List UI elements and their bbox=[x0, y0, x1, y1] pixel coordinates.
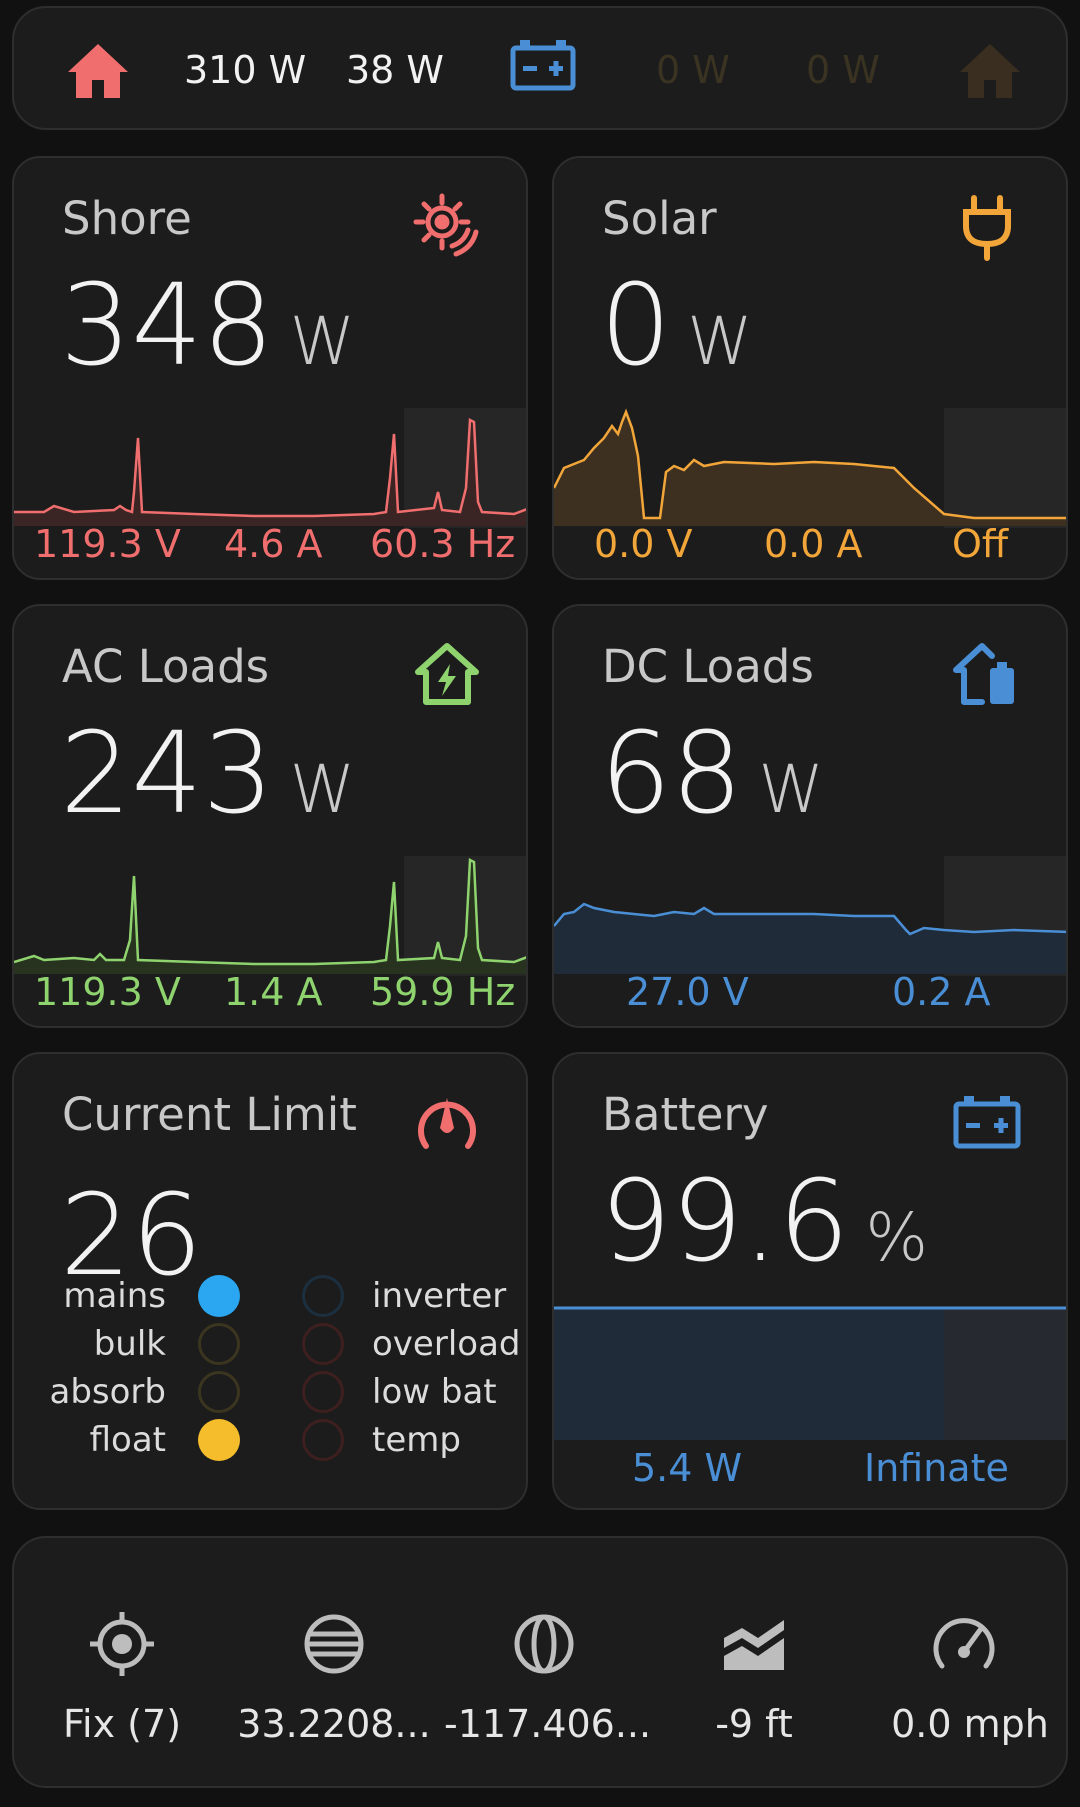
power-reading: 0W bbox=[600, 270, 753, 382]
soc-unit: % bbox=[865, 1199, 929, 1276]
power-value: 348 bbox=[60, 261, 274, 391]
power-reading: 243 W bbox=[60, 718, 355, 830]
frequency-value: 59.9 Hz bbox=[370, 970, 516, 1014]
sparkline bbox=[14, 408, 526, 528]
current-value: 4.6 A bbox=[224, 522, 323, 566]
power-value: 0 W bbox=[806, 48, 880, 92]
power-flow-bar: 310 W 38 W 0 W 0 W bbox=[12, 6, 1068, 130]
sparkline bbox=[554, 856, 1066, 976]
home-icon bbox=[960, 44, 1020, 98]
sparkline bbox=[554, 408, 1066, 528]
latitude-icon bbox=[304, 1614, 364, 1674]
power-unit: W bbox=[289, 303, 356, 380]
gps-altitude: -9 ft bbox=[715, 1702, 793, 1746]
speedometer-icon bbox=[933, 1618, 995, 1669]
current-value: 0.2 A bbox=[892, 970, 991, 1014]
power-unit: W bbox=[758, 751, 824, 828]
gps-latitude: 33.2208... bbox=[237, 1702, 431, 1746]
power-reading: 348 W bbox=[60, 270, 355, 382]
battery-icon bbox=[953, 1096, 1021, 1149]
soc-value: 99.6 bbox=[600, 1157, 850, 1287]
current-value: 1.4 A bbox=[224, 970, 323, 1014]
card-title: AC Loads bbox=[62, 640, 270, 693]
power-value: 68 bbox=[600, 709, 743, 839]
power-value: 5.4 W bbox=[632, 1446, 743, 1490]
gps-fix: Fix (7) bbox=[62, 1702, 182, 1746]
status-led bbox=[198, 1371, 240, 1413]
card-title: Shore bbox=[62, 192, 192, 245]
power-value: 243 bbox=[60, 709, 274, 839]
voltage-value: 119.3 V bbox=[34, 970, 181, 1014]
gps-speed: 0.0 mph bbox=[891, 1702, 1049, 1746]
current-value: 0.0 A bbox=[764, 522, 863, 566]
sparkline bbox=[14, 856, 526, 976]
led-label: temp bbox=[372, 1420, 461, 1460]
card-title: Current Limit bbox=[62, 1088, 357, 1141]
crosshairs-gps-icon bbox=[90, 1612, 154, 1676]
status-led bbox=[302, 1419, 344, 1461]
status-led bbox=[198, 1323, 240, 1365]
home-icon bbox=[68, 44, 128, 98]
frequency-value: 60.3 Hz bbox=[370, 522, 516, 566]
transmission-tower-icon bbox=[413, 193, 479, 257]
plug-icon bbox=[963, 195, 1011, 261]
home-battery-icon bbox=[953, 643, 1014, 705]
soc-reading: 99.6% bbox=[600, 1166, 928, 1278]
power-unit: W bbox=[687, 303, 753, 380]
card-title: DC Loads bbox=[602, 640, 814, 693]
power-value: 310 W bbox=[184, 48, 307, 92]
voltage-value: 27.0 V bbox=[626, 970, 749, 1014]
gps-longitude: -117.406... bbox=[444, 1702, 652, 1746]
voltage-value: 119.3 V bbox=[34, 522, 181, 566]
battery-icon bbox=[510, 40, 576, 91]
solar-card[interactable]: Solar 0W 0.0 V 0.0 A Off bbox=[552, 156, 1068, 580]
gps-card: Fix (7) 33.2208... -117.406... -9 ft 0.0… bbox=[12, 1536, 1068, 1788]
power-reading: 68 W bbox=[600, 718, 824, 830]
led-label: overload bbox=[372, 1324, 521, 1364]
altitude-icon bbox=[724, 1620, 784, 1670]
power-value: 0 W bbox=[656, 48, 730, 92]
card-title: Battery bbox=[602, 1088, 769, 1141]
status-led bbox=[198, 1419, 240, 1461]
led-label: low bat bbox=[372, 1372, 497, 1412]
power-value: 0 bbox=[600, 261, 672, 391]
state-value: Infinate bbox=[864, 1446, 1009, 1490]
state-value: Off bbox=[952, 522, 1009, 566]
ac-loads-card[interactable]: AC Loads 243 W 119.3 V 1.4 A 59.9 Hz bbox=[12, 604, 528, 1028]
led-label: absorb bbox=[49, 1372, 167, 1412]
battery-card[interactable]: Battery 99.6% 5.4 W Infinate bbox=[552, 1052, 1068, 1510]
power-unit: W bbox=[289, 751, 356, 828]
status-led bbox=[302, 1323, 344, 1365]
home-lightning-icon bbox=[415, 643, 479, 705]
led-label: bulk bbox=[93, 1324, 166, 1364]
longitude-icon bbox=[514, 1614, 574, 1674]
status-led bbox=[302, 1371, 344, 1413]
status-led bbox=[198, 1275, 240, 1317]
status-led bbox=[302, 1275, 344, 1317]
gauge-icon bbox=[418, 1098, 476, 1149]
led-label: float bbox=[89, 1420, 166, 1460]
voltage-value: 0.0 V bbox=[594, 522, 693, 566]
card-title: Solar bbox=[602, 192, 717, 245]
led-label: mains bbox=[63, 1276, 166, 1316]
power-value: 38 W bbox=[346, 48, 445, 92]
shore-card[interactable]: Shore 348 W 119.3 V 4.6 A 60.3 Hz bbox=[12, 156, 528, 580]
dc-loads-card[interactable]: DC Loads 68 W 27.0 V 0.2 A bbox=[552, 604, 1068, 1028]
current-limit-card[interactable]: Current Limit 26 mains bulk absorb float inv… bbox=[12, 1052, 528, 1510]
led-label: inverter bbox=[372, 1276, 507, 1316]
